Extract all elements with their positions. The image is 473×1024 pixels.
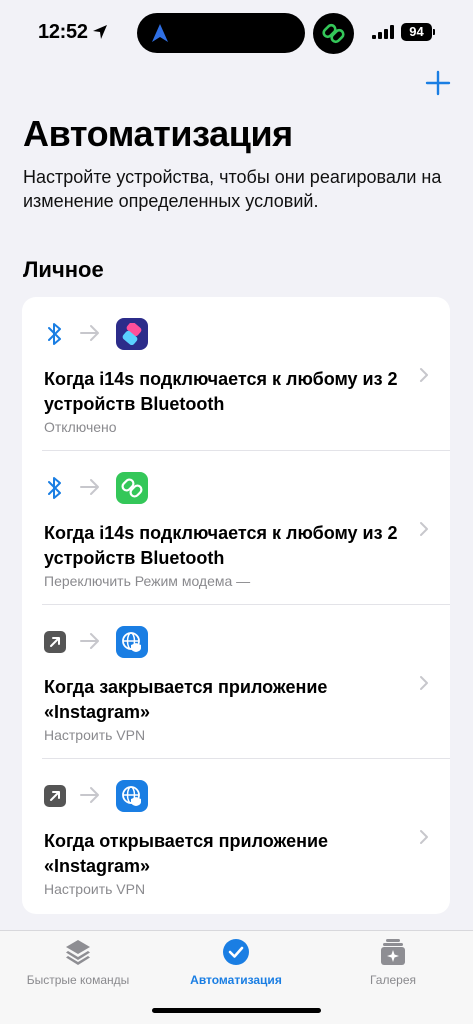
- vpn-icon: [116, 626, 148, 658]
- section-title: Личное: [23, 257, 104, 282]
- arrow-right-icon: [80, 787, 99, 803]
- hotspot-status-icon: [313, 13, 354, 54]
- bluetooth-icon: [44, 475, 66, 501]
- chevron-right-icon: [420, 830, 428, 844]
- tab-label: Быстрые команды: [26, 973, 130, 987]
- automation-title: Когда i14s подключается к любому из 2 ус…: [44, 369, 398, 414]
- arrow-right-icon: [80, 325, 99, 341]
- chevron-right-icon: [420, 368, 428, 382]
- tab-label: Автоматизация: [190, 973, 282, 987]
- automation-title: Когда i14s подключается к любому из 2 ус…: [44, 523, 398, 568]
- status-time: 12:52: [38, 21, 88, 43]
- app-close-icon: [44, 629, 66, 655]
- chevron-right-icon: [420, 676, 428, 690]
- tab-gallery[interactable]: Галерея: [313, 937, 473, 987]
- automation-title: Когда закрывается приложение «Instagram»: [44, 677, 328, 722]
- automation-row[interactable]: Когда i14s подключается к любому из 2 ус…: [22, 297, 450, 451]
- automation-status: Настроить VPN: [44, 881, 146, 897]
- vpn-icon: [116, 780, 148, 812]
- automation-title: Когда открывается приложение «Instagram»: [44, 831, 329, 876]
- battery-indicator: 94: [401, 23, 435, 41]
- layers-icon: [66, 940, 90, 965]
- automation-status: Отключено: [44, 419, 117, 435]
- gallery-icon: [381, 939, 405, 965]
- tab-shortcuts[interactable]: Быстрые команды: [0, 937, 158, 987]
- page-title: Автоматизация: [23, 113, 293, 154]
- hotspot-icon: [116, 472, 148, 504]
- arrow-right-icon: [80, 633, 99, 649]
- shortcuts-icon: [116, 318, 148, 350]
- status-bar: 12:52 94: [0, 0, 473, 64]
- location-arrow-icon: [93, 25, 107, 39]
- arrow-right-icon: [80, 479, 99, 495]
- home-indicator[interactable]: [152, 1008, 321, 1013]
- dynamic-island: [137, 13, 305, 53]
- page-subtitle: Настройте устройства, чтобы они реагиров…: [23, 167, 442, 211]
- tab-label: Галерея: [369, 973, 417, 987]
- clock-check-icon: [223, 939, 249, 965]
- navigation-icon: [152, 24, 168, 42]
- tab-automation[interactable]: Автоматизация: [156, 937, 316, 987]
- automation-status: Настроить VPN: [44, 727, 146, 743]
- automation-row[interactable]: Когда открывается приложение «Instagram»…: [22, 759, 450, 913]
- automation-status: Переключить Режим модема —: [44, 573, 251, 589]
- cellular-signal-icon: [372, 25, 394, 39]
- automation-row[interactable]: Когда i14s подключается к любому из 2 ус…: [22, 451, 450, 605]
- chevron-right-icon: [420, 522, 428, 536]
- add-automation-button[interactable]: [425, 70, 451, 96]
- app-open-icon: [44, 783, 66, 809]
- bluetooth-icon: [44, 321, 66, 347]
- automation-row[interactable]: Когда закрывается приложение «Instagram»…: [22, 605, 450, 759]
- automation-list: Когда i14s подключается к любому из 2 ус…: [22, 297, 450, 914]
